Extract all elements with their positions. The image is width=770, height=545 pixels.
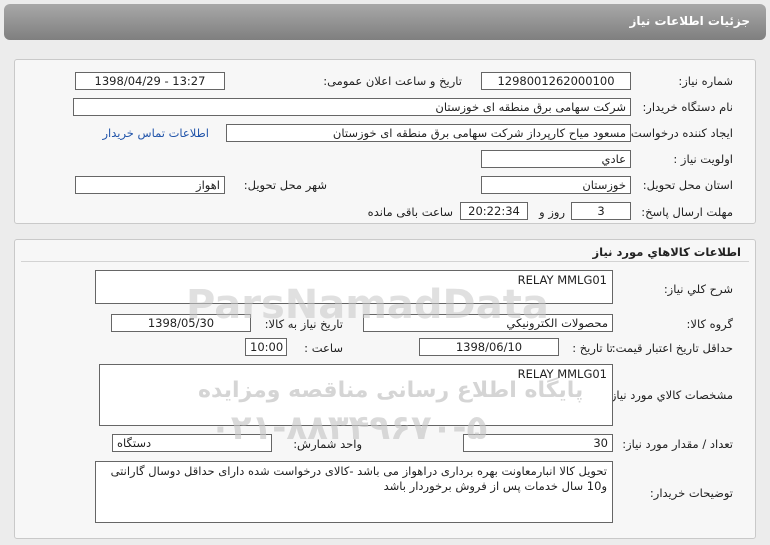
need-info-panel: شماره نیاز: 1298001262000100 تاریخ و ساع… bbox=[14, 59, 756, 224]
days-suffix: روز و bbox=[539, 205, 565, 219]
creator-label: ایجاد کننده درخواست: bbox=[627, 126, 733, 140]
summary-label: شرح کلي نیاز: bbox=[663, 282, 733, 296]
days-field: 3 bbox=[571, 202, 631, 220]
group-field: محصولات الکترونیکي bbox=[363, 314, 613, 332]
spec-label: مشخصات کالاي مورد نیاز: bbox=[606, 388, 733, 402]
city-label: شهر محل تحویل: bbox=[243, 178, 327, 192]
group-label: گروه کالا: bbox=[686, 317, 733, 331]
province-label: استان محل تحویل: bbox=[642, 178, 733, 192]
city-field: اهواز bbox=[75, 176, 225, 194]
desc-field: تحویل کالا انبارمعاونت بهره برداری دراهو… bbox=[95, 461, 613, 523]
need-date-label: تاریخ نیاز به کالا: bbox=[264, 317, 343, 331]
province-field: خوزستان bbox=[481, 176, 631, 194]
need-number-field: 1298001262000100 bbox=[481, 72, 631, 90]
page-header: جزئیات اطلاعات نیاز bbox=[4, 4, 766, 40]
buyer-contact-link[interactable]: اطلاعات تماس خریدار bbox=[102, 126, 209, 140]
qty-label: تعداد / مقدار مورد نیاز: bbox=[622, 437, 733, 451]
buyer-field: شرکت سهامی برق منطقه ای خوزستان bbox=[73, 98, 631, 116]
announce-field: 1398/04/29 - 13:27 bbox=[75, 72, 225, 90]
until-date-label: تا تاریخ : bbox=[572, 341, 613, 355]
time-field: 20:22:34 bbox=[460, 202, 528, 220]
unit-field: دستگاه bbox=[112, 434, 272, 452]
deadline-label: مهلت ارسال پاسخ: bbox=[641, 205, 733, 219]
goods-panel: اطلاعات کالاهاي مورد نیاز شرح کلي نیاز: … bbox=[14, 239, 756, 539]
validity-label: حداقل تاریخ اعتبار قیمت: bbox=[611, 341, 733, 355]
qty-field: 30 bbox=[463, 434, 613, 452]
creator-field: مسعود میاح کارپرداز شرکت سهامی برق منطقه… bbox=[226, 124, 631, 142]
hour-label: ساعت : bbox=[304, 341, 343, 355]
buyer-label: نام دستگاه خریدار: bbox=[642, 100, 733, 114]
need-date-field: 1398/05/30 bbox=[111, 314, 251, 332]
page-title: جزئیات اطلاعات نیاز bbox=[629, 14, 750, 28]
until-date-field: 1398/06/10 bbox=[419, 338, 559, 356]
unit-label: واحد شمارش: bbox=[293, 437, 362, 451]
priority-label: اولویت نیاز : bbox=[673, 152, 733, 166]
desc-label: توضیحات خریدار: bbox=[649, 486, 733, 500]
summary-field: RELAY MMLG01 bbox=[95, 270, 613, 304]
section-divider bbox=[21, 261, 749, 262]
hour-field: 10:00 bbox=[245, 338, 287, 356]
spec-field: RELAY MMLG01 bbox=[99, 364, 613, 426]
need-number-label: شماره نیاز: bbox=[678, 74, 733, 88]
remaining-suffix: ساعت باقی مانده bbox=[367, 205, 453, 219]
announce-label: تاریخ و ساعت اعلان عمومی: bbox=[323, 74, 462, 88]
goods-section-title: اطلاعات کالاهاي مورد نیاز bbox=[592, 245, 741, 259]
priority-field: عادي bbox=[481, 150, 631, 168]
